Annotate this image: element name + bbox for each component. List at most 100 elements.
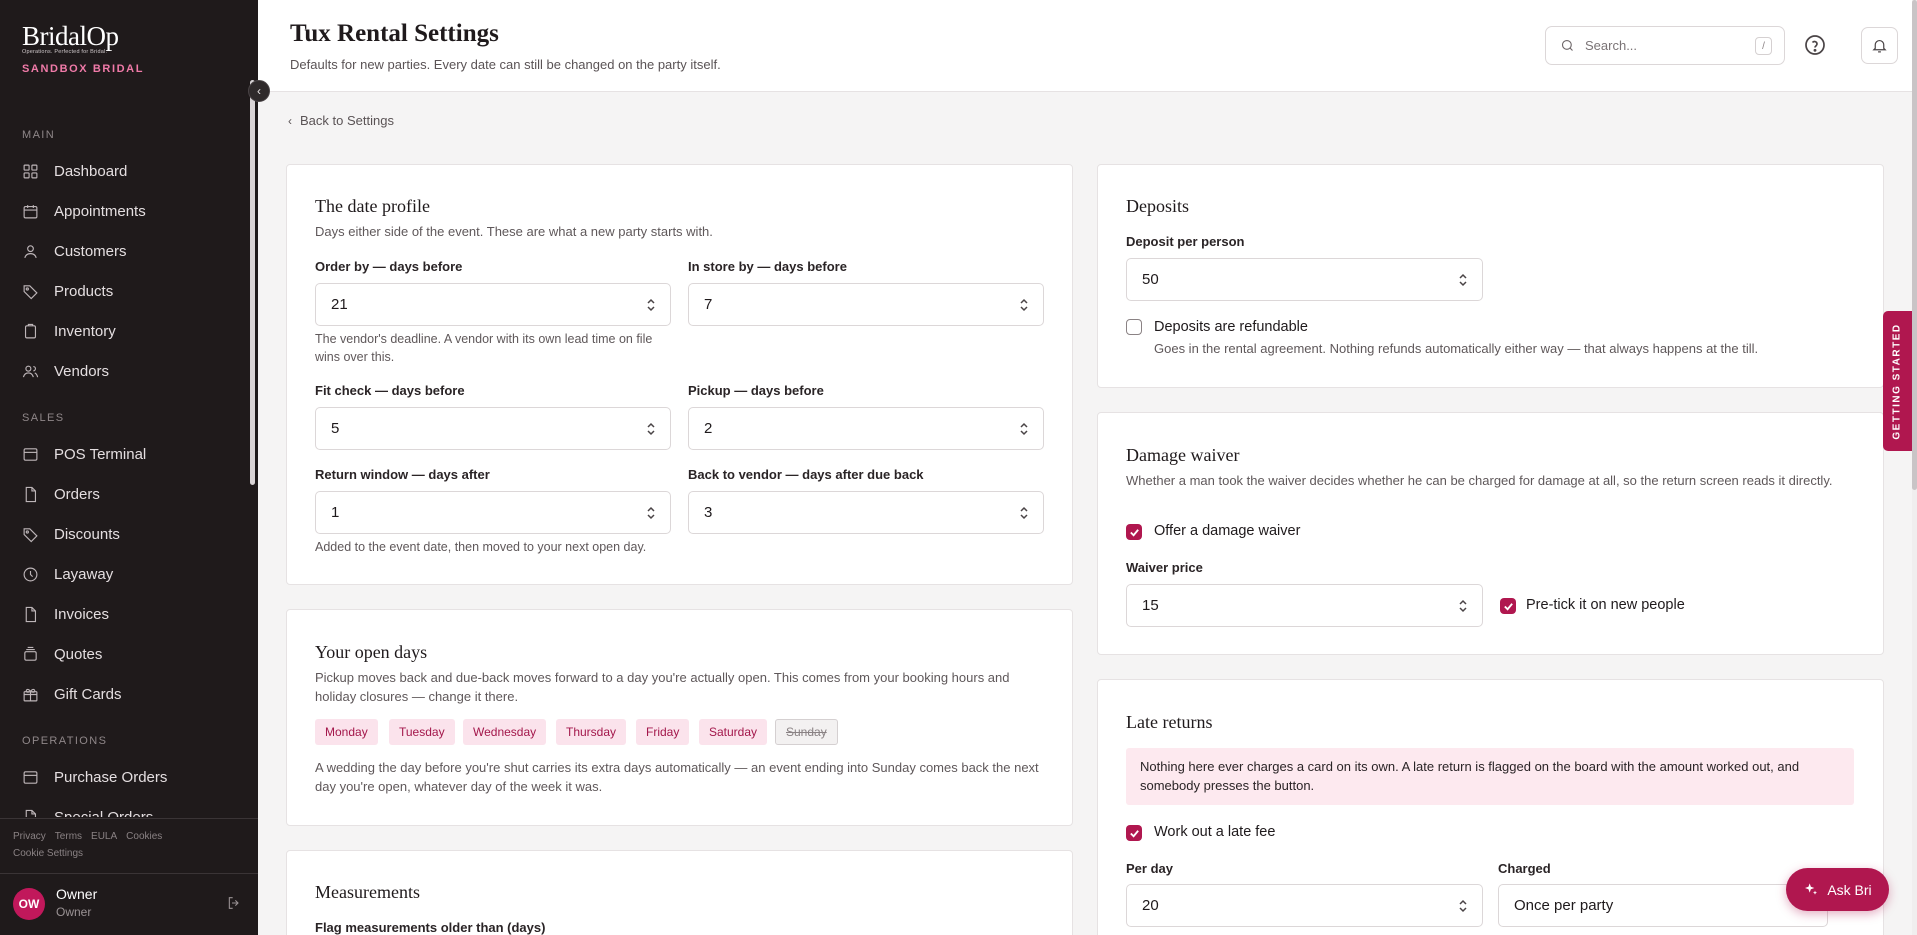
sidebar-item-discounts[interactable]: Discounts bbox=[22, 522, 120, 546]
sidebar-item-layaway[interactable]: Layaway bbox=[22, 562, 113, 586]
in-store-by-label: In store by — days before bbox=[688, 259, 847, 274]
order-by-input[interactable]: 21 bbox=[315, 283, 671, 326]
nav-section-operations: OPERATIONS bbox=[22, 735, 108, 747]
sidebar-item-label: Appointments bbox=[54, 202, 146, 220]
stepper-icon[interactable] bbox=[1019, 421, 1029, 437]
stepper-icon[interactable] bbox=[1019, 297, 1029, 313]
waiver-price-label: Waiver price bbox=[1126, 560, 1203, 575]
sidebar-scrollbar[interactable] bbox=[250, 80, 255, 485]
search-box[interactable]: / bbox=[1545, 26, 1785, 65]
sidebar-item-quotes[interactable]: Quotes bbox=[22, 642, 102, 666]
sidebar-footer-links: Privacy Terms EULA Cookies Cookie Settings bbox=[13, 831, 171, 859]
sidebar-item-inventory[interactable]: Inventory bbox=[22, 319, 116, 343]
in-store-by-input[interactable]: 7 bbox=[688, 283, 1044, 326]
sidebar-item-gift-cards[interactable]: Gift Cards bbox=[22, 682, 122, 706]
damage-waiver-desc: Whether a man took the waiver decides wh… bbox=[1126, 473, 1833, 488]
sidebar-item-label: Layaway bbox=[54, 565, 114, 583]
sidebar-item-dashboard[interactable]: Dashboard bbox=[22, 159, 127, 183]
stepper-icon[interactable] bbox=[1019, 505, 1029, 521]
page-title: Tux Rental Settings bbox=[290, 20, 499, 47]
ask-bri-label: Ask Bri bbox=[1827, 881, 1872, 898]
late-returns-notice: Nothing here ever charges a card on its … bbox=[1126, 748, 1854, 805]
logout-icon[interactable] bbox=[226, 895, 242, 911]
back-to-vendor-input[interactable]: 3 bbox=[688, 491, 1044, 534]
user-icon bbox=[24, 244, 37, 258]
main-scrollbar[interactable] bbox=[1912, 0, 1917, 490]
measurements-age-label: Flag measurements older than (days) bbox=[315, 920, 546, 935]
sidebar-item-purchase-orders[interactable]: Purchase Orders bbox=[22, 765, 167, 789]
stepper-icon[interactable] bbox=[646, 297, 656, 313]
sidebar-item-label: Inventory bbox=[54, 322, 116, 340]
sidebar-item-label: Purchase Orders bbox=[54, 768, 168, 786]
sidebar-item-pos-terminal[interactable]: POS Terminal bbox=[22, 442, 146, 466]
sidebar-divider bbox=[0, 873, 258, 874]
collapse-sidebar-button[interactable]: ‹ bbox=[248, 80, 270, 102]
ask-bri-button[interactable]: Ask Bri bbox=[1786, 868, 1889, 911]
user-role: Owner bbox=[56, 905, 92, 919]
sidebar-item-invoices[interactable]: Invoices bbox=[22, 602, 109, 626]
per-day-input[interactable]: 20 bbox=[1126, 884, 1483, 927]
pretick-waiver-checkbox[interactable] bbox=[1500, 598, 1516, 614]
return-window-input[interactable]: 1 bbox=[315, 491, 671, 534]
notifications-button[interactable] bbox=[1861, 27, 1898, 64]
stepper-icon[interactable] bbox=[646, 505, 656, 521]
terminal-icon bbox=[23, 447, 38, 461]
sidebar-item-products[interactable]: Products bbox=[22, 279, 113, 303]
pickup-value: 2 bbox=[704, 420, 713, 437]
cookies-link[interactable]: Cookies bbox=[126, 831, 162, 842]
deposits-refundable-checkbox[interactable] bbox=[1126, 319, 1142, 335]
help-icon[interactable] bbox=[1803, 33, 1827, 57]
sidebar-item-special-orders[interactable]: Special Orders bbox=[22, 805, 153, 817]
cookie-settings-link[interactable]: Cookie Settings bbox=[13, 848, 162, 859]
waiver-price-input[interactable]: 15 bbox=[1126, 584, 1483, 627]
open-days-note: A wedding the day before you're shut car… bbox=[315, 760, 1039, 794]
stepper-icon[interactable] bbox=[1458, 898, 1468, 914]
order-by-value: 21 bbox=[331, 296, 348, 313]
late-fee-checkbox[interactable] bbox=[1126, 825, 1142, 841]
brand[interactable]: BridalOp Operations. Perfected for Brida… bbox=[22, 22, 144, 75]
day-chip-friday: Friday bbox=[636, 719, 690, 745]
per-day-value: 20 bbox=[1142, 897, 1159, 914]
stepper-icon[interactable] bbox=[646, 421, 656, 437]
waiver-price-value: 15 bbox=[1142, 597, 1159, 614]
eula-link[interactable]: EULA bbox=[91, 831, 117, 842]
avatar[interactable]: OW bbox=[13, 888, 45, 920]
day-chip-wednesday: Wednesday bbox=[463, 719, 547, 745]
nav-section-main: MAIN bbox=[22, 129, 56, 141]
sidebar: BridalOp Operations. Perfected for Brida… bbox=[0, 0, 258, 935]
stepper-icon[interactable] bbox=[1458, 272, 1468, 288]
sidebar-item-label: Special Orders bbox=[54, 809, 153, 817]
pretick-waiver-label: Pre-tick it on new people bbox=[1526, 597, 1685, 613]
back-to-settings-link[interactable]: ‹ Back to Settings bbox=[288, 113, 394, 128]
sidebar-item-appointments[interactable]: Appointments bbox=[22, 199, 146, 223]
bell-icon bbox=[1872, 39, 1887, 53]
sidebar-item-customers[interactable]: Customers bbox=[22, 239, 127, 263]
tag-icon bbox=[23, 284, 38, 299]
privacy-link[interactable]: Privacy bbox=[13, 831, 46, 842]
search-input[interactable] bbox=[1585, 38, 1735, 53]
terms-link[interactable]: Terms bbox=[55, 831, 82, 842]
store-name: SANDBOX BRIDAL bbox=[22, 63, 145, 75]
day-chip-monday: Monday bbox=[315, 719, 378, 745]
brand-tagline: Operations. Perfected for Bridal. bbox=[22, 49, 108, 55]
day-chip-tuesday: Tuesday bbox=[389, 719, 455, 745]
sidebar-item-orders[interactable]: Orders bbox=[22, 482, 100, 506]
stepper-icon[interactable] bbox=[1458, 598, 1468, 614]
fit-check-input[interactable]: 5 bbox=[315, 407, 671, 450]
pickup-input[interactable]: 2 bbox=[688, 407, 1044, 450]
file-icon bbox=[25, 486, 37, 502]
charged-select[interactable]: Once per party bbox=[1498, 884, 1828, 927]
page-header: Tux Rental Settings Defaults for new par… bbox=[258, 0, 1912, 92]
terminal-icon bbox=[23, 770, 38, 784]
user-name: Owner bbox=[56, 886, 98, 902]
date-profile-title: The date profile bbox=[315, 196, 430, 216]
getting-started-tab[interactable]: GETTING STARTED bbox=[1883, 311, 1912, 451]
sidebar-item-vendors[interactable]: Vendors bbox=[22, 359, 109, 383]
in-store-by-value: 7 bbox=[704, 296, 713, 313]
date-profile-desc: Days either side of the event. These are… bbox=[315, 224, 713, 239]
deposit-per-person-input[interactable]: 50 bbox=[1126, 258, 1483, 301]
offer-damage-waiver-checkbox[interactable] bbox=[1126, 524, 1142, 540]
stack-icon bbox=[24, 646, 37, 661]
deposits-title: Deposits bbox=[1126, 196, 1189, 216]
sidebar-item-label: Invoices bbox=[54, 605, 110, 623]
